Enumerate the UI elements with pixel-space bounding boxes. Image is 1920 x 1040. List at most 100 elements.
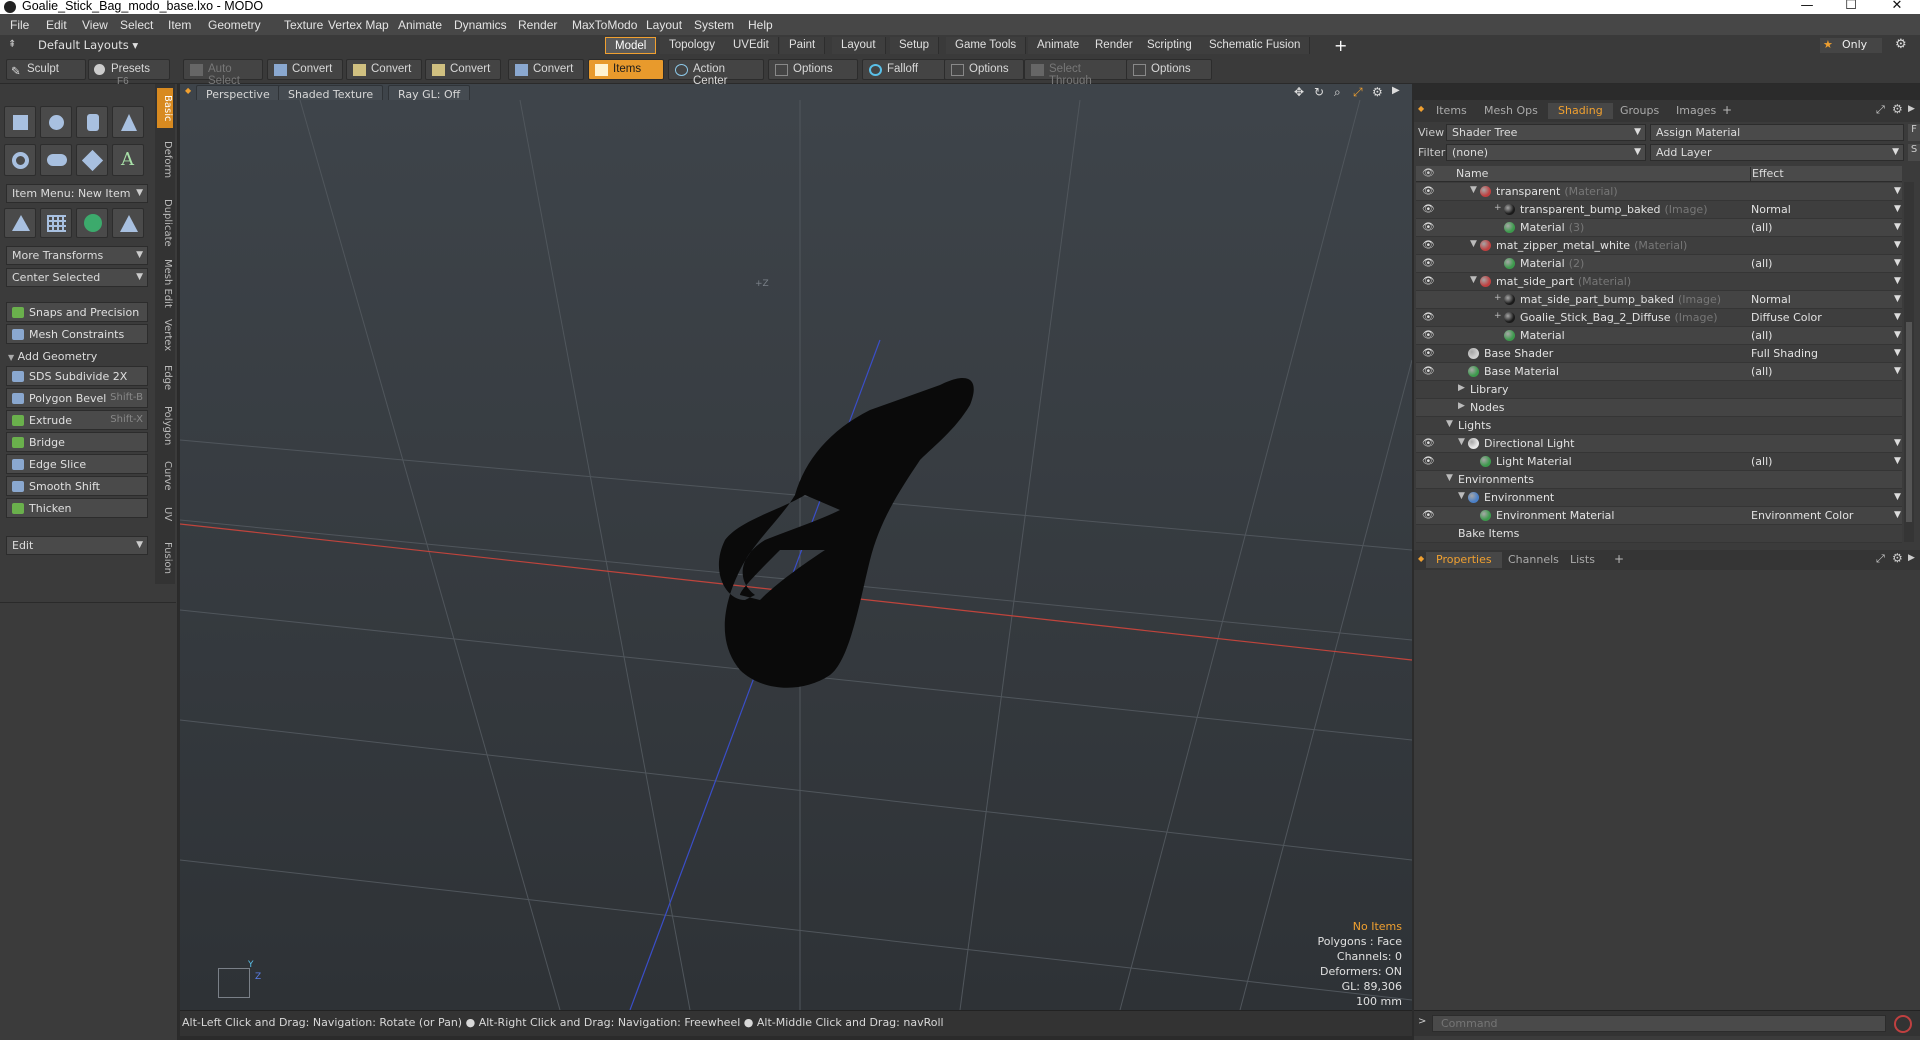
vtab-basic[interactable]: Basic [157,88,173,128]
panel-gear-icon[interactable]: ⚙ [1892,102,1903,116]
menu-render[interactable]: Render [518,18,557,32]
shader-tree-row[interactable]: ▼ Environment ▼ [1416,489,1902,507]
vtab-fusion[interactable]: Fusion [157,532,173,584]
options-button-2[interactable]: Options [944,59,1024,80]
shader-tree-row[interactable]: + mat_side_part_bump_baked (Image) Normal ▼ [1416,291,1902,309]
chevron-down-icon[interactable]: ▼ [1894,258,1901,268]
layout-tab-model[interactable]: Model [605,37,657,54]
layout-tab-uvedit[interactable]: UVEdit [724,37,779,54]
shader-tree-row[interactable]: 👁 + Goalie_Stick_Bag_2_Diffuse (Image) Diffu… [1416,309,1902,327]
chevron-down-icon[interactable]: ▼ [1894,456,1901,466]
cylinder-icon[interactable] [76,106,108,138]
menu-vertex-map[interactable]: Vertex Map [328,18,389,32]
default-layouts-dropdown[interactable]: Default Layouts ▾ [38,38,138,52]
torus-icon[interactable] [4,144,36,176]
chevron-right-icon[interactable]: ▶ [1458,383,1465,393]
chevron-down-icon[interactable]: ▼ [1894,312,1901,322]
layout-tab-setup[interactable]: Setup [890,37,940,54]
layout-tab-paint[interactable]: Paint [780,37,826,54]
tool-bridge[interactable]: Bridge [6,432,148,452]
eye-icon[interactable]: 👁 [1422,222,1435,233]
tube-icon[interactable] [40,144,72,176]
layout-tab-render[interactable]: Render [1086,37,1143,54]
shader-tree-row[interactable]: 👁 ▼ mat_zipper_metal_white (Material) ▼ [1416,237,1902,255]
options-button-1[interactable]: Options [768,59,858,80]
sphere-icon[interactable] [40,106,72,138]
chevron-down-icon[interactable]: ▼ [1894,222,1901,232]
chevron-down-icon[interactable]: ▼ [1894,438,1901,448]
panel-more-icon[interactable]: ▶ [1908,553,1915,563]
panel-tab-properties[interactable]: Properties [1426,552,1502,568]
tool-polygon-bevel[interactable]: Polygon Bevel Shift-B [6,388,148,408]
sculpt-button[interactable]: ✎ Sculpt [6,59,86,80]
panel-gear-icon[interactable]: ⚙ [1892,551,1903,565]
eye-icon[interactable]: 👁 [1422,312,1435,323]
add-layout-tab-button[interactable]: + [1334,36,1347,55]
menu-dynamics[interactable]: Dynamics [454,18,507,32]
panel-tab-images[interactable]: Images [1666,103,1726,119]
record-icon[interactable] [1894,1015,1912,1033]
chevron-down-icon[interactable]: ▼ [1458,491,1465,501]
menu-layout[interactable]: Layout [646,18,682,32]
item-menu-dropdown[interactable]: Item Menu: New Item ▼ [6,184,148,203]
pen-icon[interactable] [76,144,108,176]
tool-sds-subdivide-2x[interactable]: SDS Subdivide 2X [6,366,148,386]
filter-dropdown[interactable]: (none) ▼ [1446,144,1646,161]
layout-tab-schematic-fusion[interactable]: Schematic Fusion [1200,37,1311,54]
menu-view[interactable]: View [82,18,108,32]
vtab-duplicate[interactable]: Duplicate [157,194,173,252]
menu-item[interactable]: Item [168,18,191,32]
only-toggle[interactable]: ★ Only [1820,38,1882,53]
shader-tree-row[interactable]: ▶ Library [1416,381,1902,399]
menu-select[interactable]: Select [120,18,153,32]
menu-file[interactable]: File [10,18,29,32]
select-through-button[interactable]: Select Through [1024,59,1128,87]
shader-tree-row[interactable]: 👁 ▼ mat_side_part (Material) ▼ [1416,273,1902,291]
chevron-down-icon[interactable]: ▼ [1894,240,1901,250]
tool-edge-slice[interactable]: Edge Slice [6,454,148,474]
convert-vertices-button[interactable]: Convert [267,59,343,80]
presets-button[interactable]: Presets F6 [88,59,170,87]
vtab-vertex[interactable]: Vertex [157,314,173,356]
eye-icon[interactable]: 👁 [1422,438,1435,449]
eye-icon[interactable]: 👁 [1422,204,1435,215]
panel-menu-icon[interactable]: ◆ [1418,104,1424,113]
rotate-icon[interactable]: ↻ [1314,85,1324,99]
fit-icon[interactable]: ⤢ [1353,85,1363,100]
chevron-down-icon[interactable]: ▼ [1894,330,1901,340]
eye-icon[interactable]: 👁 [1422,276,1435,287]
shader-tree-row[interactable]: ▼ Environments [1416,471,1902,489]
panel-tab-channels[interactable]: Channels [1498,552,1569,568]
menu-texture[interactable]: Texture [284,18,323,32]
expand-plus-icon[interactable]: + [1494,311,1502,321]
name-column-header[interactable]: Name [1456,167,1488,180]
vtab-mesh-edit[interactable]: Mesh Edit [157,256,173,310]
tool-thicken[interactable]: Thicken [6,498,148,518]
falloff-button[interactable]: Falloff [862,59,946,80]
vtab-deform[interactable]: Deform [157,130,173,190]
maximize-button[interactable]: ☐ [1828,0,1874,14]
tool-extrude[interactable]: Extrude Shift-X [6,410,148,430]
eye-icon[interactable]: 👁 [1422,510,1435,521]
goalie-stick-bag-model[interactable] [718,377,974,688]
grid-icon[interactable] [40,208,72,238]
menu-geometry[interactable]: Geometry [208,18,261,32]
shader-tree-row[interactable]: 👁 Environment Material Environment Color ▼ [1416,507,1902,525]
convert-items-button[interactable]: Convert [508,59,584,80]
panel-more-icon[interactable]: ▶ [1908,104,1915,114]
vtab-curve[interactable]: Curve [157,456,173,496]
close-button[interactable]: ✕ [1874,0,1920,14]
eye-icon[interactable]: 👁 [1422,330,1435,341]
viewport-gear-icon[interactable]: ⚙ [1372,85,1383,99]
panel-tab-items[interactable]: Items [1426,103,1477,119]
shader-tree-row[interactable]: 👁 Light Material (all) ▼ [1416,453,1902,471]
panel-menu-icon[interactable]: ◆ [1418,554,1424,563]
add-geometry-header[interactable]: ▼ Add Geometry [8,350,97,363]
shader-tree-row[interactable]: ▼ Lights [1416,417,1902,435]
f-button[interactable]: F [1908,124,1920,141]
add-properties-tab-button[interactable]: + [1614,552,1624,566]
chevron-down-icon[interactable]: ▼ [1470,239,1477,249]
vtab-uv[interactable]: UV [157,500,173,528]
effect-column-header[interactable]: Effect [1752,167,1784,180]
mesh-constraints-button[interactable]: Mesh Constraints [6,324,148,344]
